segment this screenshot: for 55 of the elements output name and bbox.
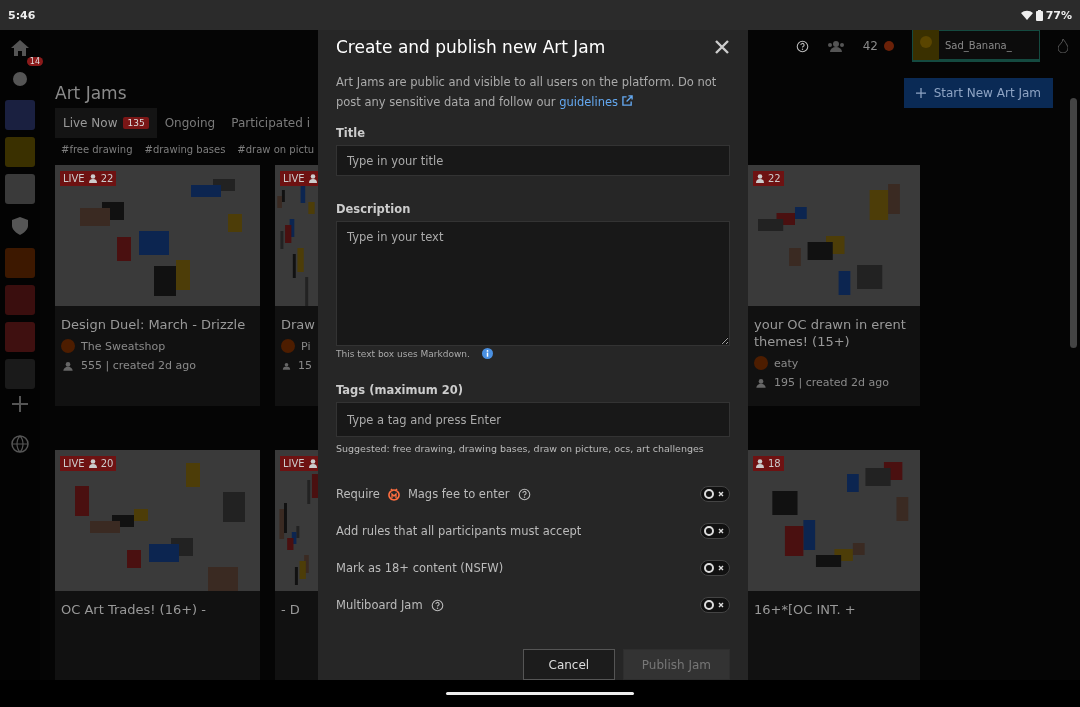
jam-card[interactable]: LIVE - D: [275, 450, 318, 680]
toggle-label: Mark as 18+ content (NSFW): [336, 561, 504, 575]
live-badge: 22: [753, 171, 784, 186]
toggle-label: Multiboard Jam: [336, 598, 423, 612]
toggle-label: Require: [336, 487, 380, 501]
author-name: Pi: [301, 339, 311, 353]
coin-count: 42: [862, 39, 878, 53]
card-title: your OC drawn in erent themes! (15+): [754, 316, 907, 350]
live-badge: LIVE 22: [60, 171, 117, 186]
username: Sad_Banana_: [945, 39, 1012, 51]
jam-card[interactable]: 18 16+*[OC INT. +: [748, 450, 920, 680]
card-stats: 555 | created 2d ago: [81, 359, 197, 372]
tab[interactable]: Live Now 135: [55, 108, 157, 138]
intro-text: Art Jams are public and visible to all users on the platform. Do not post any sensitive data and follow our guidelines: [336, 74, 718, 111]
field-label: Title: [336, 126, 367, 140]
user-chip[interactable]: Sad_Banana_: [912, 30, 1040, 62]
card-title: - D: [281, 601, 301, 618]
card-stats: 15: [298, 359, 312, 372]
title-input[interactable]: Type in your title: [336, 145, 730, 176]
clock-time: 5:46: [8, 8, 36, 22]
jam-card[interactable]: 22 your OC drawn in erent themes! (15+) eaty 195 | created 2d ago: [748, 165, 920, 406]
card-title: OC Art Trades! (16+) -: [61, 601, 208, 618]
toggle-label: Mags fee to enter: [407, 487, 510, 501]
page-title: Art Jams: [55, 83, 127, 103]
jam-card[interactable]: LIVE Draw Pi 15: [275, 165, 318, 406]
tab[interactable]: Participated i: [223, 108, 318, 138]
notification-badge: 14: [26, 57, 43, 66]
card-title: Design Duel: March - Drizzle: [61, 316, 247, 333]
card-stats: 195 | created 2d ago: [774, 376, 890, 389]
live-badge: LIVE: [280, 171, 318, 186]
description-input[interactable]: Type in your text: [336, 221, 730, 346]
tag-link[interactable]: #drawing bases: [144, 144, 226, 155]
field-label: Tags (maximum 20): [336, 383, 464, 397]
cancel-button[interactable]: Cancel: [522, 649, 615, 680]
live-badge: LIVE: [280, 456, 318, 471]
field-label: Description: [336, 202, 412, 216]
jam-card[interactable]: LIVE 22 Design Duel: March - Drizzle The Sweatshop 555 | created 2d ago: [55, 165, 260, 406]
suggested-tags: Suggested: free drawing, drawing bases, draw on picture, ocs, art challenges: [336, 443, 730, 454]
tab[interactable]: Ongoing: [156, 108, 224, 138]
tag-link[interactable]: #draw on pictu: [237, 144, 315, 155]
author-name: The Sweatshop: [81, 339, 166, 353]
markdown-hint: This text box uses Markdown.: [336, 348, 470, 359]
card-title: 16+*[OC INT. +: [754, 601, 857, 618]
dialog-title: Create and publish new Art Jam: [336, 37, 606, 57]
battery-level: 77%: [1045, 8, 1072, 22]
jam-card[interactable]: LIVE 20 OC Art Trades! (16+) -: [55, 450, 260, 680]
tag-input[interactable]: Type a tag and press Enter: [336, 402, 730, 437]
author-name: eaty: [774, 356, 799, 370]
live-badge: LIVE 20: [60, 456, 117, 471]
toggle-label: Add rules that all participants must accept: [336, 524, 582, 538]
guidelines-link[interactable]: guidelines: [559, 95, 633, 109]
live-badge: 18: [753, 456, 784, 471]
tag-link[interactable]: #free drawing: [61, 144, 133, 155]
start-new-jam-button[interactable]: Start New Art Jam: [903, 78, 1053, 108]
count-badge: 135: [123, 117, 149, 129]
